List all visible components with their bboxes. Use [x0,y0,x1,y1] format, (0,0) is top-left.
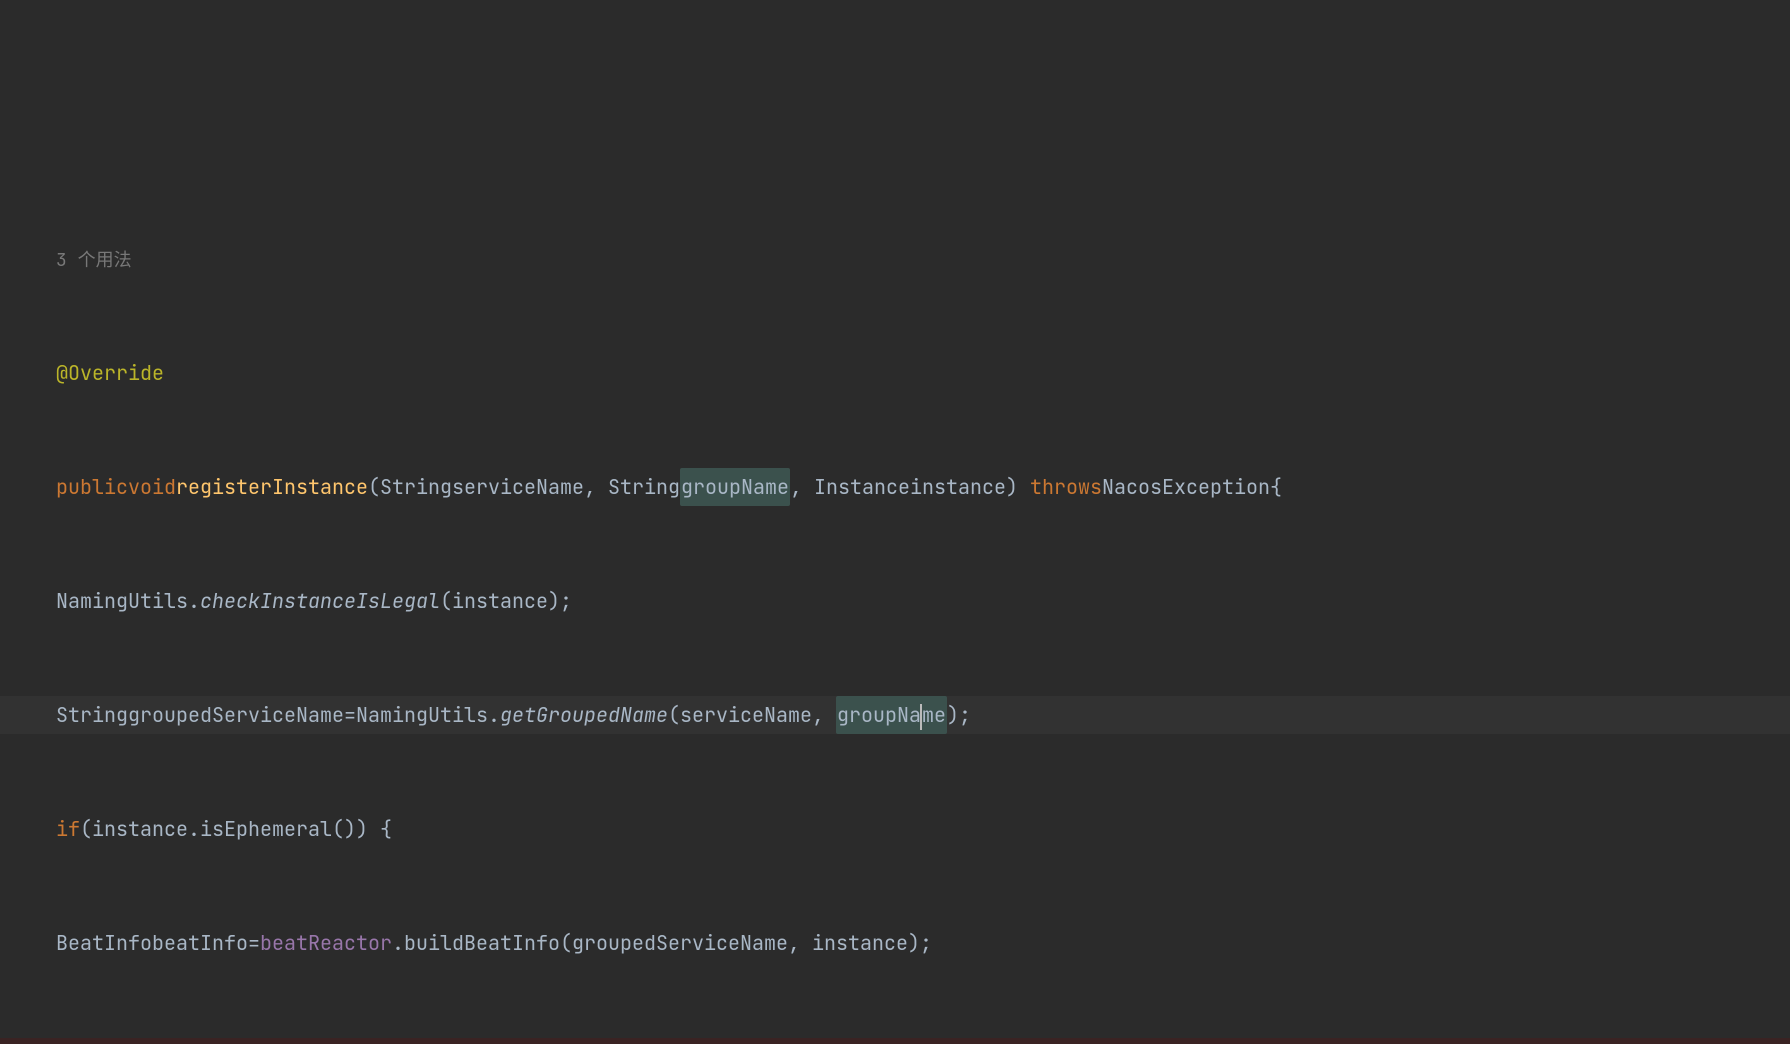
code-line[interactable]: BeatInfo beatInfo = beatReactor.buildBea… [0,924,1790,962]
param-type: String [608,468,680,506]
comma: , [584,468,608,506]
var-name: beatInfo [152,924,248,962]
dot: . [188,1038,200,1044]
method-name: registerInstance [176,468,368,506]
class-ref: NamingUtils [356,696,488,734]
paren-close: ); [548,582,572,620]
comma: , [560,1038,584,1044]
paren-close: ); [908,924,932,962]
code-line[interactable]: NamingUtils.checkInstanceIsLegal(instanc… [0,582,1790,620]
inline-note: 发送心跳 [716,1038,796,1044]
paren-open: ( [368,468,380,506]
code-line-modified[interactable]: beatReactor.addBeatInfo(groupedServiceNa… [0,1038,1790,1044]
param-name: instance [910,468,1006,506]
method-call: addBeatInfo [200,1038,332,1044]
equals: = [248,924,260,962]
paren-close: ); [947,696,971,734]
static-method-call: checkInstanceIsLegal [200,582,440,620]
keyword-void: void [128,468,176,506]
param-name: serviceName [452,468,584,506]
paren-open: ( [440,582,452,620]
paren-open: ( [332,1038,344,1044]
paren-close: ) [1006,468,1030,506]
arg: serviceName [680,696,812,734]
keyword-if: if [56,810,80,848]
usages-hint[interactable]: 3 个用法 [0,244,1790,278]
arg: instance [452,582,548,620]
parens: ()) { [332,810,392,848]
var-name: groupedServiceName [128,696,344,734]
paren-open: ( [80,810,92,848]
comma: , [790,468,814,506]
exception-type: NacosException [1102,468,1270,506]
keyword-public: public [56,468,128,506]
static-method-call: getGroupedName [500,696,668,734]
dot: . [392,924,404,962]
dot: . [488,696,500,734]
paren-open: ( [560,924,572,962]
class-ref: NamingUtils [56,582,188,620]
keyword-throws: throws [1030,468,1102,506]
code-line-current[interactable]: String groupedServiceName = NamingUtils.… [0,696,1790,734]
dot: . [188,810,200,848]
usages-text: 3 个用法 [56,244,132,278]
code-editor[interactable]: 3 个用法 @Override public void registerInst… [0,152,1790,1044]
param-type: String [380,468,452,506]
dot: . [188,582,200,620]
arg-pre: groupNa [837,702,921,728]
arg: instance [812,924,908,962]
arg-post: me [922,702,946,728]
method-call: buildBeatInfo [404,924,560,962]
paren-close: ); [680,1038,716,1044]
var-type: String [56,696,128,734]
code-line[interactable]: public void registerInstance(String serv… [0,468,1790,506]
equals: = [344,696,356,734]
field-ref: beatReactor [260,924,392,962]
param-name-highlighted: groupName [680,468,790,506]
var-type: BeatInfo [56,924,152,962]
brace-open: { [1270,468,1282,506]
obj-ref: instance [92,810,188,848]
arg-highlighted: groupName [836,696,947,734]
arg: beatInfo [584,1038,680,1044]
code-line[interactable]: if (instance.isEphemeral()) { [0,810,1790,848]
param-type: Instance [814,468,910,506]
arg: groupedServiceName [344,1038,560,1044]
method-call: isEphemeral [200,810,332,848]
paren-open: ( [668,696,680,734]
comma: , [788,924,812,962]
code-line[interactable]: @Override [0,354,1790,392]
arg: groupedServiceName [572,924,788,962]
field-ref: beatReactor [56,1038,188,1044]
annotation: @Override [56,354,164,392]
comma: , [812,696,836,734]
